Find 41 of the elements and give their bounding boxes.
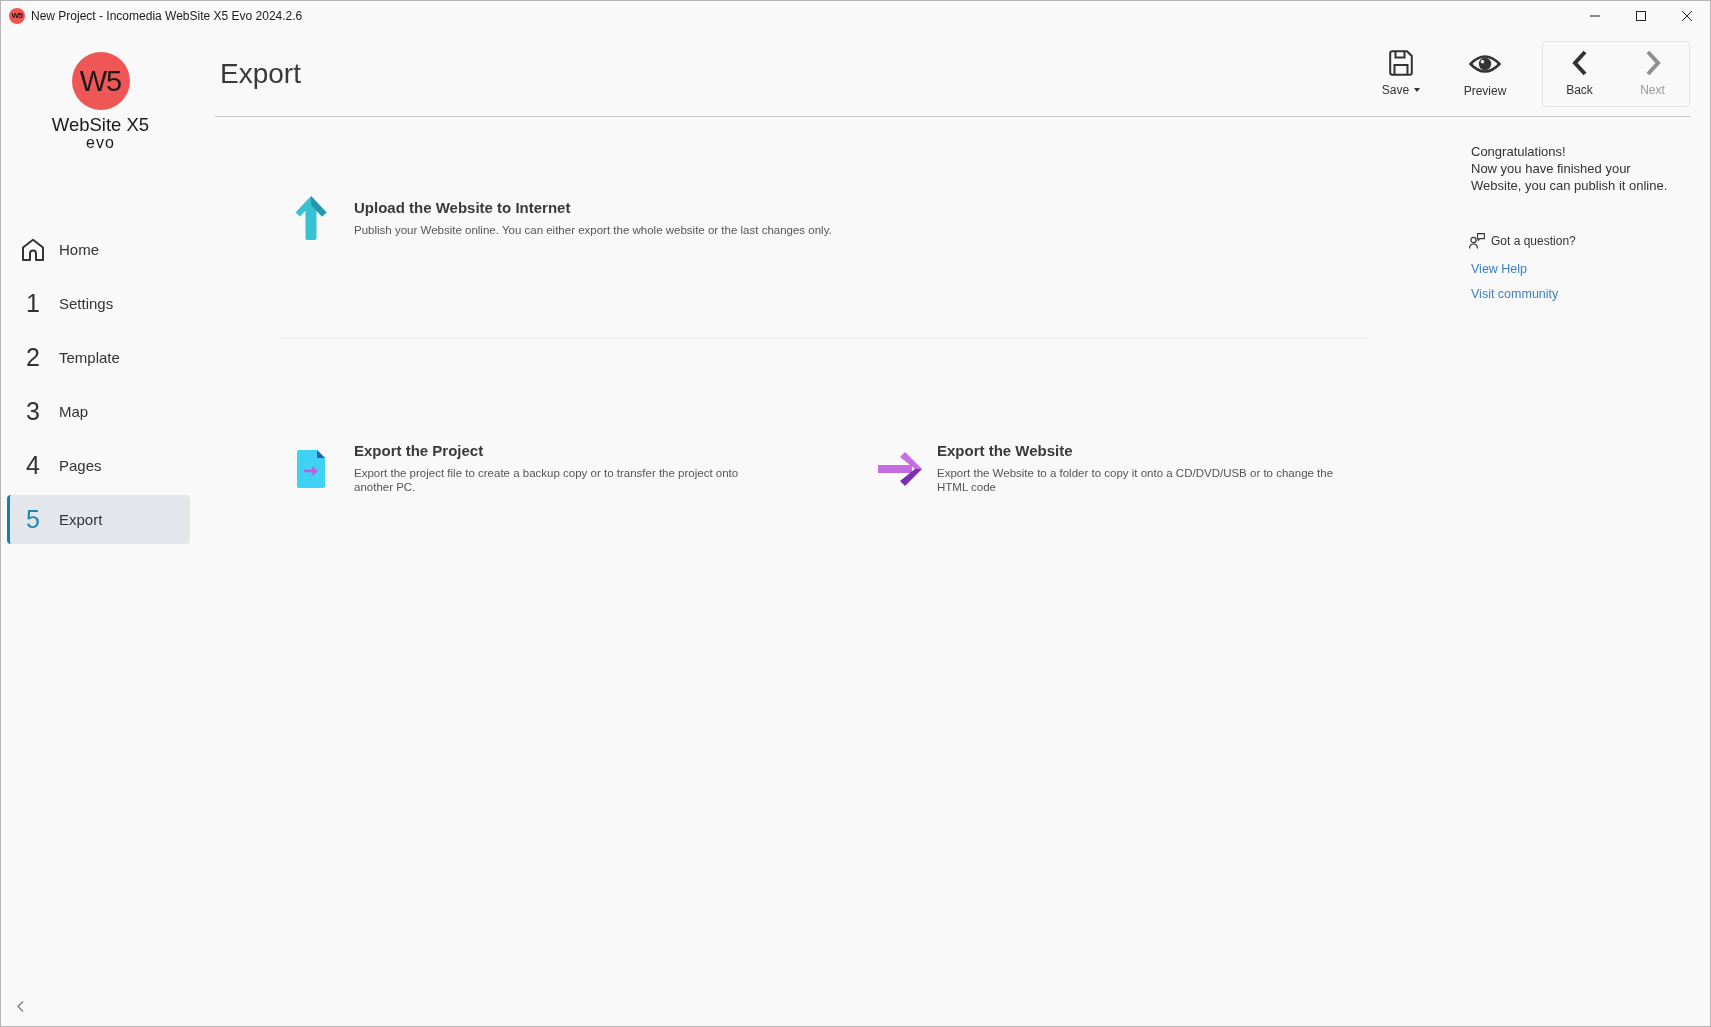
chevron-right-icon — [1644, 50, 1661, 76]
logo-mark: W5 — [71, 52, 130, 110]
window-title: New Project - Incomedia WebSite X5 Evo 2024.2.6 — [31, 9, 303, 23]
nav-item[interactable]: 2 Template — [7, 333, 190, 382]
back-button[interactable]: Back — [1543, 41, 1616, 106]
maximize-icon — [1636, 11, 1646, 21]
nav-item[interactable]: Home — [7, 225, 190, 274]
close-icon — [1682, 11, 1692, 21]
nav-item[interactable]: 3 Map — [7, 387, 190, 436]
document-arrow-icon — [297, 450, 325, 488]
option-description: Publish your Website online. You can either export the whole website or the last changes only. — [354, 223, 832, 237]
step-number: 3 — [25, 399, 41, 424]
help-heading: Congratulations! — [1471, 143, 1566, 160]
step-number: 2 — [25, 345, 41, 370]
page-title: Export — [220, 57, 301, 90]
logo-wordmark: WebSite X5 — [51, 115, 150, 135]
step-number: 4 — [25, 453, 41, 478]
save-button[interactable]: Save — [1366, 41, 1436, 106]
chevron-left-icon — [1571, 50, 1588, 76]
app-logo: W5 — [9, 8, 25, 24]
up-arrow-icon — [295, 196, 327, 240]
option-description: Export the Website to a folder to copy it onto a CD/DVD/USB or to change the HTML code — [937, 466, 1335, 494]
help-link[interactable]: View Help — [1471, 261, 1528, 278]
nav-item[interactable]: 4 Pages — [7, 441, 190, 490]
option-description: Export the project file to create a backup copy or to transfer the project onto another PC. — [354, 466, 740, 494]
option-title[interactable]: Export the Website — [937, 441, 1352, 461]
option-title[interactable]: Export the Project — [354, 441, 769, 461]
right-arrow-icon — [878, 452, 922, 486]
logo-edition: evo — [86, 135, 115, 151]
nav-item[interactable]: 5 Export — [7, 495, 190, 544]
user-speech-icon — [1469, 233, 1485, 249]
step-number: 1 — [25, 291, 41, 316]
nav-item[interactable]: 1 Settings — [7, 279, 190, 328]
preview-button[interactable]: Preview — [1450, 41, 1520, 106]
help-message: Now you have finished your Website, you can publish it online. — [1471, 160, 1669, 194]
option-title[interactable]: Upload the Website to Internet — [354, 198, 832, 218]
home-icon — [21, 237, 45, 262]
help-link[interactable]: Visit community — [1471, 286, 1559, 303]
step-number: 5 — [25, 507, 41, 532]
help-question: Got a question? — [1491, 233, 1576, 250]
chevron-left-icon[interactable] — [17, 1001, 24, 1012]
